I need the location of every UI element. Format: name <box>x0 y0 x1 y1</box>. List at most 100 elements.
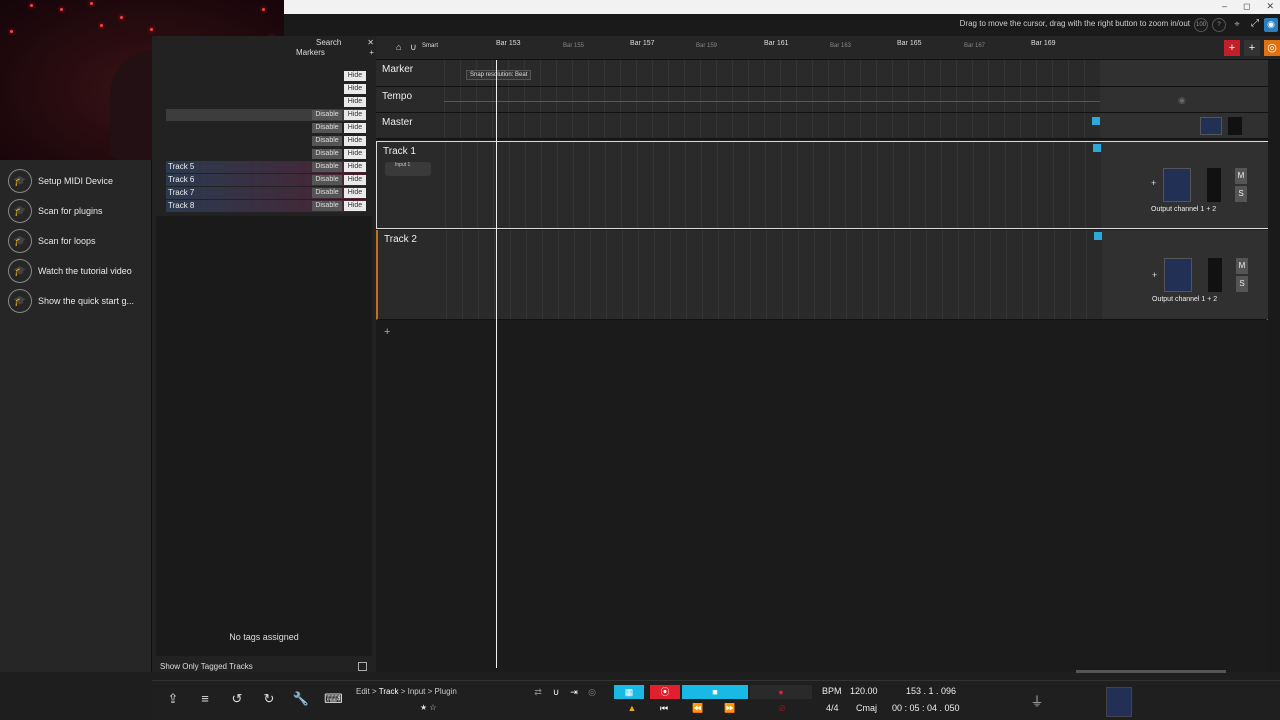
metronome-icon[interactable]: ◎ <box>586 685 598 699</box>
wrench-icon[interactable]: 🔧 <box>292 691 310 709</box>
track2-lane[interactable]: Track 2 + M S Output channel 1 + 2 <box>376 230 1270 320</box>
track-row[interactable]: Disable Hide <box>166 135 366 147</box>
disable-button[interactable]: Disable <box>312 162 342 172</box>
horizontal-scrollbar[interactable] <box>1076 670 1226 673</box>
scan-loops-item[interactable]: 🎓 Scan for loops <box>8 228 96 254</box>
mute-button[interactable]: M <box>1236 258 1248 274</box>
disable-button[interactable]: Disable <box>312 110 342 120</box>
quick-start-item[interactable]: 🎓 Show the quick start g... <box>8 288 134 314</box>
track-fader[interactable] <box>1164 258 1192 292</box>
key-signature[interactable]: Cmaj <box>856 703 877 713</box>
tempo-lane[interactable]: Tempo ◉ <box>376 87 1268 113</box>
input-module[interactable]: Input 1 <box>385 162 431 176</box>
setup-midi-item[interactable]: 🎓 Setup MIDI Device <box>8 168 113 194</box>
mixer-icon[interactable]: ◎ <box>1264 40 1280 56</box>
disable-button[interactable]: Disable <box>312 123 342 133</box>
export-icon[interactable]: ⇪ <box>164 691 182 709</box>
solo-button[interactable]: S <box>1235 186 1247 202</box>
marker-lane[interactable]: Marker Snap resolution: Beat <box>376 60 1268 87</box>
scan-plugins-item[interactable]: 🎓 Scan for plugins <box>8 198 103 224</box>
track-row[interactable]: Track 8 Disable Hide <box>166 200 366 212</box>
mute-button[interactable]: M <box>1235 168 1247 184</box>
master-fader[interactable] <box>1200 117 1222 135</box>
hide-button[interactable]: Hide <box>344 201 366 211</box>
midi-view-button[interactable]: ▦ <box>614 685 644 699</box>
marker-icon[interactable]: ⌖ <box>1230 18 1244 32</box>
record-arm-button[interactable]: ⦿ <box>650 685 680 699</box>
fullscreen-icon[interactable]: ⤢ <box>1248 18 1262 32</box>
crumb-input[interactable]: Input <box>408 687 426 696</box>
disable-button[interactable]: Disable <box>312 136 342 146</box>
close-icon[interactable]: ✕ <box>367 38 374 47</box>
plug-icon[interactable]: ⏚ <box>1028 691 1046 709</box>
markers-row[interactable]: Markers + <box>284 48 376 57</box>
minimize-button[interactable]: – <box>1222 1 1227 12</box>
hide-button[interactable]: Hide <box>344 123 366 133</box>
automation-icon[interactable] <box>1093 144 1101 152</box>
position-readout[interactable]: 153 . 1 . 096 <box>906 686 956 696</box>
disable-button[interactable]: Disable <box>312 188 342 198</box>
hide-button[interactable]: Hide <box>344 71 366 81</box>
tempo-knob-icon[interactable]: ◉ <box>1178 95 1186 106</box>
track-row[interactable]: Disable Hide <box>166 148 366 160</box>
hide-button[interactable]: Hide <box>344 149 366 159</box>
star-icon[interactable]: ★ ☆ <box>420 703 437 712</box>
smart-label[interactable]: Smart <box>422 43 438 49</box>
track1-lane[interactable]: Track 1 Input 1 + M S Output channel 1 +… <box>376 141 1269 229</box>
punch-icon[interactable]: ⇥ <box>568 685 580 699</box>
magnet-icon[interactable]: ∪ <box>410 42 417 53</box>
track-row[interactable]: Disable Hide <box>166 109 366 121</box>
rewind-start-button[interactable]: ⏮ <box>652 701 676 715</box>
output-label[interactable]: Output channel 1 + 2 <box>1151 206 1216 213</box>
crumb-edit[interactable]: Edit <box>356 687 370 696</box>
keyboard-icon[interactable]: ⌨ <box>324 691 343 709</box>
add-plugin-button[interactable]: + <box>1152 270 1157 280</box>
track-row[interactable]: Track 7 Disable Hide <box>166 187 366 199</box>
track-fader[interactable] <box>1163 168 1191 202</box>
arrange-view[interactable]: Marker Snap resolution: Beat Tempo ◉ Mas… <box>376 60 1270 672</box>
add-plugin-button[interactable]: + <box>1151 178 1156 188</box>
menu-icon[interactable]: ≡ <box>196 691 214 709</box>
track-row[interactable]: Disable Hide <box>166 122 366 134</box>
add-icon[interactable]: + <box>369 48 374 57</box>
master-lane[interactable]: Master <box>376 113 1268 139</box>
hide-button[interactable]: Hide <box>344 136 366 146</box>
record-mode-icon[interactable]: ⊘ <box>776 701 788 715</box>
track-row[interactable]: Track 5 Disable Hide <box>166 161 366 173</box>
hide-button[interactable]: Hide <box>344 175 366 185</box>
track-row[interactable]: Hide <box>166 70 366 82</box>
loop-icon[interactable]: ⇄ <box>532 685 544 699</box>
add-track-button[interactable]: + <box>384 326 390 338</box>
crumb-track[interactable]: Track <box>379 687 399 696</box>
time-signature[interactable]: 4/4 <box>826 703 839 713</box>
time-readout[interactable]: 00 : 05 : 04 . 050 <box>892 703 960 713</box>
snap-icon[interactable]: ∪ <box>550 685 562 699</box>
search-row[interactable]: Search ✕ <box>284 38 376 47</box>
show-tagged-checkbox[interactable] <box>358 662 367 671</box>
rewind-button[interactable]: ⏪ <box>686 701 710 715</box>
fast-forward-button[interactable]: ⏩ <box>718 701 742 715</box>
automation-icon[interactable] <box>1094 232 1102 240</box>
track-row[interactable]: Hide <box>166 83 366 95</box>
snap-icon[interactable]: ⌂ <box>396 42 401 52</box>
hide-button[interactable]: Hide <box>344 97 366 107</box>
add-folder-icon[interactable]: + <box>1244 40 1260 56</box>
playhead[interactable] <box>496 60 497 668</box>
tutorial-video-item[interactable]: 🎓 Watch the tutorial video <box>8 258 132 284</box>
disable-button[interactable]: Disable <box>312 201 342 211</box>
view-icon[interactable]: ◉ <box>1264 18 1278 32</box>
hide-button[interactable]: Hide <box>344 188 366 198</box>
crumb-plugin[interactable]: Plugin <box>435 687 457 696</box>
close-button[interactable]: ✕ <box>1266 1 1274 12</box>
redo-icon[interactable]: ↻ <box>260 691 278 709</box>
record-button[interactable]: ● <box>750 685 812 699</box>
hide-button[interactable]: Hide <box>344 84 366 94</box>
help-icon[interactable]: ? <box>1212 18 1226 32</box>
disable-button[interactable]: Disable <box>312 175 342 185</box>
timeline-ruler[interactable]: ⌂ ∪ Smart Bar 153 Bar 155 Bar 157 Bar 15… <box>376 36 1280 60</box>
warning-icon[interactable]: ▲ <box>626 701 638 715</box>
bpm-value[interactable]: 120.00 <box>850 686 878 696</box>
track-row[interactable]: Track 6 Disable Hide <box>166 174 366 186</box>
zoom-badge[interactable]: 100 <box>1194 18 1208 32</box>
undo-icon[interactable]: ↺ <box>228 691 246 709</box>
